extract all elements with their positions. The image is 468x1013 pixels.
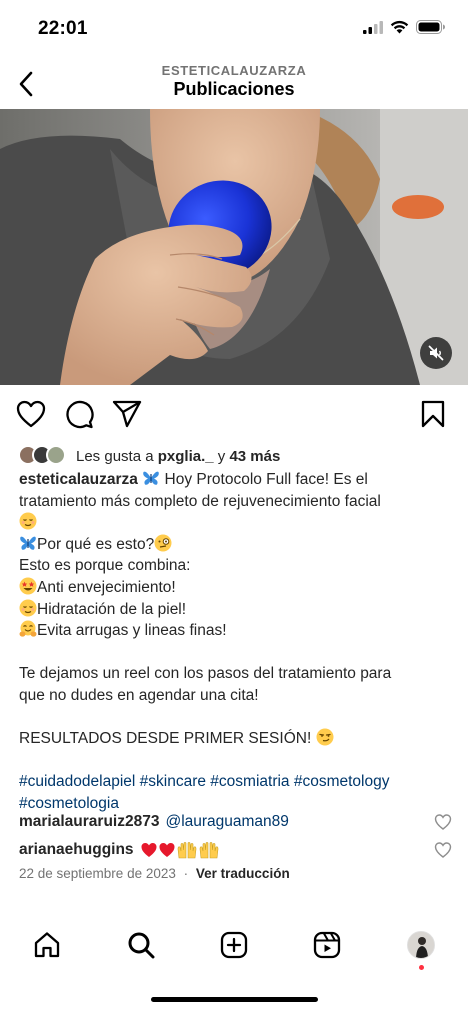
translate-link[interactable]: Ver traducción [196,866,290,881]
share-button[interactable] [111,398,143,430]
notification-dot [419,965,424,970]
raising-hands-icon [199,842,218,859]
comment-button[interactable] [63,398,95,430]
page-title: Publicaciones [173,79,295,99]
status-bar: 22:01 [0,0,468,58]
caption-line-6: Anti envejecimiento! [37,578,176,596]
post-date: 22 de septiembre de 2023 [19,866,176,881]
caption-username[interactable]: esteticalauzarza [19,471,138,488]
caption-line-11: que no dudes en agendar una cita! [19,686,259,704]
raising-hands-icon [177,842,196,859]
status-time: 22:01 [38,18,88,39]
caption-line-7: Hidratación de la piel! [37,600,187,618]
reels-icon [313,931,341,959]
profile-picture [408,932,434,958]
speaker-muted-icon [428,345,444,361]
likes-text: Les gusta a pxglia._ y 43 más [76,448,280,465]
save-button[interactable] [417,398,449,430]
liker-avatars [18,445,74,467]
hugging-face-icon [19,620,37,637]
red-heart-icon [159,843,175,857]
meta-separator: · [183,866,189,881]
status-icons [363,20,446,34]
video-frame [0,109,468,385]
comment-icon [66,400,94,429]
caption-line-5: Esto es porque combina: [19,557,191,575]
comment-like-icon[interactable] [434,841,452,859]
wifi-icon [390,20,409,34]
bookmark-icon [421,400,445,428]
tab-home[interactable] [31,929,63,961]
likes-joiner: y [213,447,230,465]
likes-user[interactable]: pxglia._ [158,448,214,465]
profile-avatar [407,931,435,959]
relieved-face-icon [19,599,37,617]
relieved-face-icon [19,512,37,530]
avatar [46,445,66,465]
smirking-face-icon [316,728,334,746]
post-meta: 22 de septiembre de 2023 · Ver traducció… [19,866,290,881]
caption-line-1: Hoy Protocolo Full face! Es el [160,471,368,488]
monocle-face-icon [154,534,172,552]
comment-row: arianaehuggins [19,839,449,861]
tab-reels[interactable] [311,929,343,961]
post-video[interactable] [0,109,468,385]
hashtags-line-1[interactable]: #cuidadodelapiel #skincare #cosmiatria #… [19,771,459,793]
comment-username[interactable]: marialauraruiz2873 [19,813,159,831]
comment-mention[interactable]: @lauraguaman89 [165,813,288,831]
header: ESTETICALAUZARZA Publicaciones [0,58,468,110]
heart-icon [16,400,46,428]
header-account-name[interactable]: ESTETICALAUZARZA [0,63,468,78]
star-struck-icon [19,577,37,595]
likes-count[interactable]: 43 más [229,448,280,465]
post-caption: esteticalauzarza Hoy Protocolo Full face… [19,469,459,815]
butterfly-icon [143,471,160,485]
caption-line-4: Por qué es esto? [37,535,155,553]
red-heart-icon [141,843,157,857]
create-icon [220,931,248,959]
caption-line-10: Te dejamos un reel con los pasos del tra… [19,665,392,683]
comment-like-icon[interactable] [434,813,452,831]
tab-create[interactable] [218,929,250,961]
butterfly-icon [20,536,36,550]
tab-profile[interactable] [405,929,437,961]
comment-username[interactable]: arianaehuggins [19,841,134,859]
home-icon [34,932,60,958]
comment-row: marialauraruiz2873 @lauraguaman89 [19,811,449,833]
tab-search[interactable] [125,929,157,961]
likes-row[interactable]: Les gusta a pxglia._ y 43 más [18,444,280,468]
search-icon [128,932,155,959]
caption-line-8: Evita arrugas y lineas finas! [37,622,227,640]
caption-line-13: RESULTADOS DESDE PRIMER SESIÓN! [19,730,316,748]
caption-line-2: tratamiento más completo de rejuvenecimi… [19,492,381,510]
likes-prefix: Les gusta a [76,447,158,465]
mute-button[interactable] [420,337,452,369]
signal-icon [363,20,383,34]
like-button[interactable] [15,398,47,430]
home-indicator[interactable] [151,997,318,1002]
share-icon [112,400,142,428]
battery-icon [416,20,445,34]
post-actions [0,396,468,436]
